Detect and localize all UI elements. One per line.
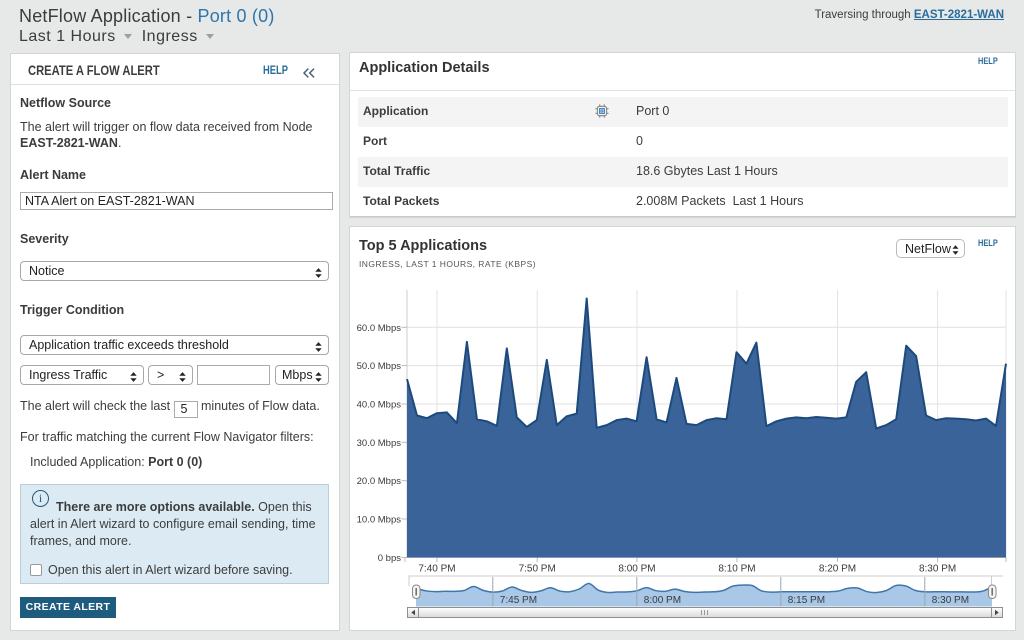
svg-text:30.0 Mbps: 30.0 Mbps bbox=[357, 438, 402, 449]
svg-text:60.0 Mbps: 60.0 Mbps bbox=[357, 323, 402, 334]
svg-text:50.0 Mbps: 50.0 Mbps bbox=[357, 361, 402, 372]
svg-text:8:10 PM: 8:10 PM bbox=[718, 564, 755, 575]
svg-text:8:00 PM: 8:00 PM bbox=[644, 595, 681, 606]
svg-text:7:45 PM: 7:45 PM bbox=[500, 595, 537, 606]
svg-text:8:15 PM: 8:15 PM bbox=[788, 595, 825, 606]
svg-text:8:30 PM: 8:30 PM bbox=[919, 564, 956, 575]
svg-text:10.0 Mbps: 10.0 Mbps bbox=[357, 515, 402, 526]
svg-text:20.0 Mbps: 20.0 Mbps bbox=[357, 476, 402, 487]
svg-text:8:20 PM: 8:20 PM bbox=[819, 564, 856, 575]
svg-text:8:00 PM: 8:00 PM bbox=[618, 564, 655, 575]
svg-text:7:50 PM: 7:50 PM bbox=[519, 564, 556, 575]
svg-text:0 bps: 0 bps bbox=[378, 553, 401, 564]
svg-text:40.0 Mbps: 40.0 Mbps bbox=[357, 400, 402, 411]
svg-text:7:40 PM: 7:40 PM bbox=[418, 564, 455, 575]
svg-text:8:30 PM: 8:30 PM bbox=[932, 595, 969, 606]
